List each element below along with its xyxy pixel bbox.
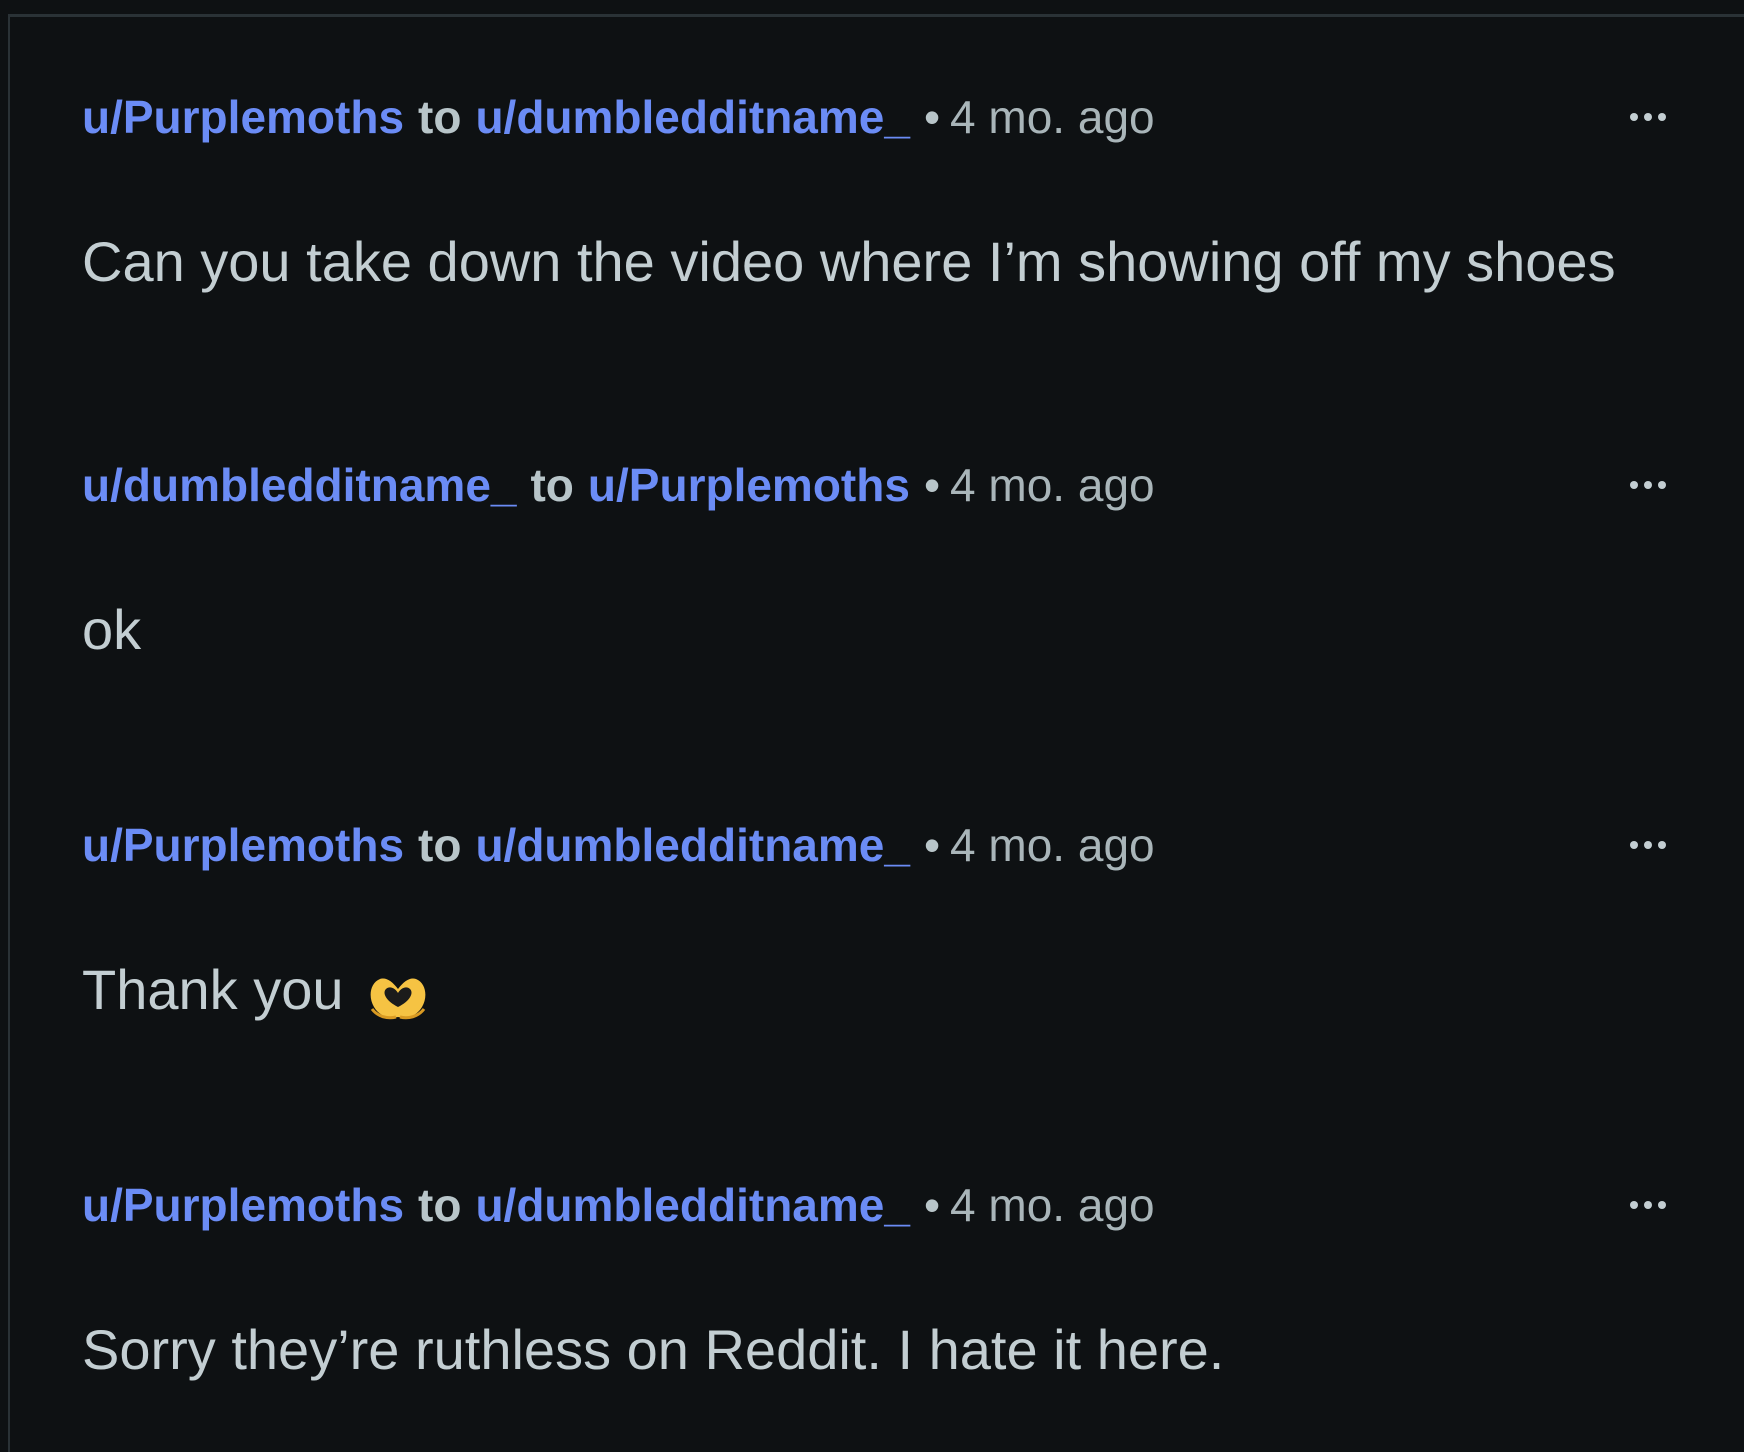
more-options-icon — [1630, 841, 1666, 849]
sender-username-link[interactable]: u/Purplemoths — [82, 91, 404, 143]
to-label: to — [418, 819, 462, 871]
message-text: Can you take down the video where I’m sh… — [82, 230, 1616, 293]
recipient-username-link[interactable]: u/dumbledditname_ — [475, 91, 909, 143]
more-options-button[interactable] — [1618, 91, 1678, 143]
sender-username-link[interactable]: u/dumbledditname_ — [82, 459, 516, 511]
message-text: Thank you — [82, 955, 430, 1025]
message-timestamp: 4 mo. ago — [950, 819, 1155, 871]
heart-hands-emoji-icon — [370, 978, 425, 1020]
more-options-button[interactable] — [1618, 819, 1678, 871]
more-options-button[interactable] — [1618, 459, 1678, 511]
more-options-icon — [1630, 1201, 1666, 1209]
recipient-username-link[interactable]: u/dumbledditname_ — [475, 819, 909, 871]
more-options-icon — [1630, 481, 1666, 489]
more-options-button[interactable] — [1618, 1179, 1678, 1231]
message-timestamp: 4 mo. ago — [950, 459, 1155, 511]
separator-dot: • — [923, 91, 941, 143]
sender-username-link[interactable]: u/Purplemoths — [82, 819, 404, 871]
separator-dot: • — [923, 1179, 941, 1231]
to-label: to — [530, 459, 574, 511]
message-text-content: Thank you — [82, 958, 344, 1021]
separator-dot: • — [923, 819, 941, 871]
message-text: Sorry they’re ruthless on Reddit. I hate… — [82, 1318, 1225, 1381]
message-timestamp: 4 mo. ago — [950, 1179, 1155, 1231]
message-header: u/Purplemoths to u/dumbledditname_ • 4 mo. a… — [82, 1175, 1155, 1235]
separator-dot: • — [923, 459, 941, 511]
to-label: to — [418, 1179, 462, 1231]
message-timestamp: 4 mo. ago — [950, 91, 1155, 143]
recipient-username-link[interactable]: u/dumbledditname_ — [475, 1179, 909, 1231]
message-header: u/dumbledditname_ to u/Purplemoths • 4 mo. a… — [82, 455, 1155, 515]
more-options-icon — [1630, 113, 1666, 121]
sender-username-link[interactable]: u/Purplemoths — [82, 1179, 404, 1231]
to-label: to — [418, 91, 462, 143]
message-text: ok — [82, 598, 142, 661]
message-header: u/Purplemoths to u/dumbledditname_ • 4 mo. a… — [82, 87, 1155, 147]
recipient-username-link[interactable]: u/Purplemoths — [588, 459, 910, 511]
message-thread: u/Purplemoths to u/dumbledditname_ • 4 mo. a… — [8, 14, 1744, 1452]
message-header: u/Purplemoths to u/dumbledditname_ • 4 mo. a… — [82, 815, 1155, 875]
